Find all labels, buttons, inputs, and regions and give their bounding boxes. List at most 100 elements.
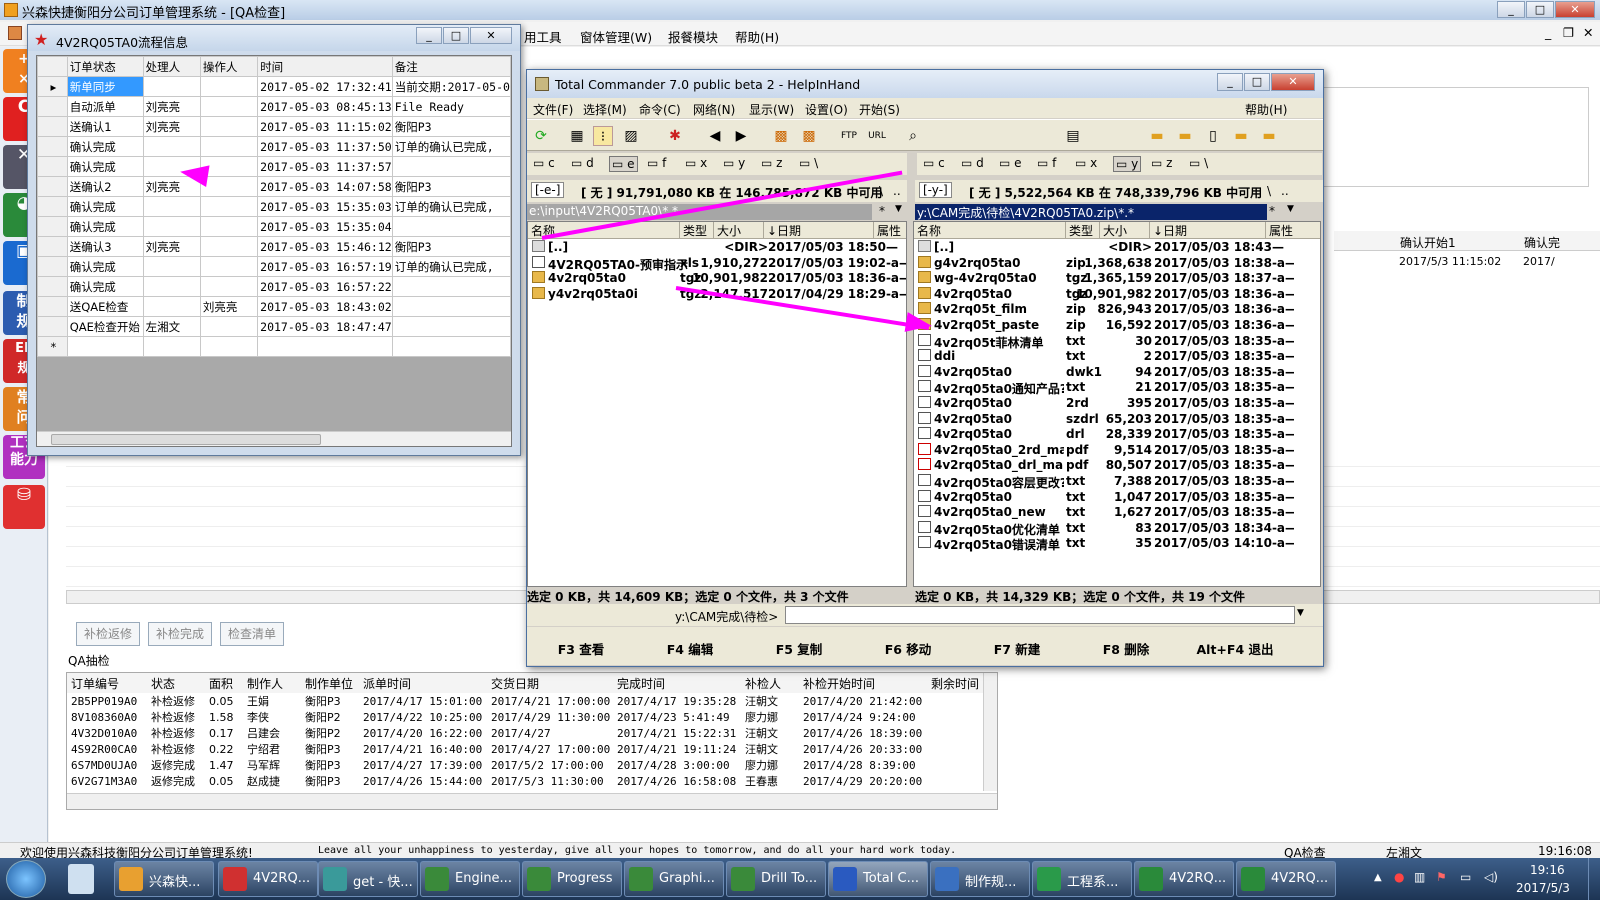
file-row[interactable]: [..] <DIR> 2017/05/03 18:50— — [528, 240, 906, 256]
file-row[interactable]: ddi txt 2 2017/05/03 18:35-a— — [914, 349, 1320, 365]
flow-col-header[interactable]: 备注 — [391, 56, 511, 77]
right-drive-select[interactable]: [-y-] — [919, 182, 952, 198]
recheck-done-button[interactable]: 补检完成 — [148, 622, 212, 646]
tc-menu-help[interactable]: 帮助(H) — [1245, 101, 1287, 118]
qa-col-header[interactable]: 面积 — [205, 673, 243, 693]
flow-col-header[interactable]: 操作人 — [199, 56, 259, 77]
tc-maximize-button[interactable]: □ — [1244, 73, 1270, 91]
qa-col-header[interactable]: 补检开始时间 — [799, 673, 927, 693]
qa-row[interactable]: 4S92R00CA0 补检返修 0.22 宁绍君 衡阳P3 2017/4/21 16:40… — [67, 741, 987, 757]
select-icon[interactable]: ✱ — [665, 126, 685, 146]
tool-db-icon[interactable]: ⛁ — [3, 485, 45, 529]
flow-row[interactable]: 送QAE检查 刘亮亮 2017-05-03 18:43:02 — [37, 296, 511, 317]
flow-col-header[interactable]: 订单状态 — [66, 56, 144, 77]
flow-row[interactable]: 确认完成 2017-05-03 11:37:57 — [37, 156, 511, 177]
file-col-header[interactable]: 属性 — [1266, 222, 1320, 239]
fkey-button[interactable]: F4 编辑 — [636, 639, 744, 658]
flow-row[interactable]: 确认完成 2017-05-03 16:57:19 订单的确认已完成, — [37, 256, 511, 277]
flow-row[interactable]: ▸ 新单同步 2017-05-02 17:32:41 当前交期:2017-05-0 — [37, 76, 511, 97]
taskbar-button[interactable]: Progress — [522, 861, 622, 897]
drive-button-x[interactable]: ▭ x — [1075, 156, 1097, 170]
mdi-close-icon[interactable]: ✕ — [1583, 25, 1593, 40]
flow-close-button[interactable]: ✕ — [470, 27, 512, 44]
taskbar-button[interactable]: 工程系... — [1032, 861, 1132, 897]
taskbar-button[interactable]: 制作规... — [930, 861, 1030, 897]
drive-button-x[interactable]: ▭ x — [685, 156, 707, 170]
tray-app-icon[interactable]: ● — [1394, 870, 1404, 884]
qa-row[interactable]: 6V2G71M3A0 返修完成 0.05 赵成捷 衡阳P3 2017/4/26 15:44… — [67, 773, 987, 789]
qa-col-header[interactable]: 订单编号 — [67, 673, 147, 693]
fkey-button[interactable]: Alt+F4 退出 — [1181, 639, 1289, 658]
mdi-restore-icon[interactable]: ❐ — [1563, 25, 1574, 40]
flow-row[interactable]: 确认完成 2017-05-03 11:37:50 订单的确认已完成, — [37, 136, 511, 157]
drive-button-f[interactable]: ▭ f — [647, 156, 666, 170]
flow-row[interactable]: 送确认2 刘亮亮 2017-05-03 14:07:58 衡阳P3 — [37, 176, 511, 197]
menu-meal[interactable]: 报餐模块 — [668, 27, 718, 46]
fkey-button[interactable]: F6 移动 — [854, 639, 962, 658]
qa-col-header[interactable]: 剩余时间 — [927, 673, 987, 693]
taskbar-button[interactable]: 4V2RQ... — [1134, 861, 1234, 897]
flow-row[interactable]: 确认完成 2017-05-03 16:57:22 — [37, 276, 511, 297]
file-row[interactable]: 4v2rq05ta0_new txt 1,627 2017/05/03 18:35-a… — [914, 505, 1320, 521]
tray-volume-icon[interactable]: ◁) — [1484, 870, 1498, 884]
file-row[interactable]: 4v2rq05ta0_drl_map pdf 80,507 2017/05/03 18… — [914, 458, 1320, 474]
qa-col-header[interactable]: 制作人 — [243, 673, 301, 693]
qa-col-header[interactable]: 交货日期 — [487, 673, 613, 693]
file-row[interactable]: g4v2rq05ta0 zip 1,368,638 2017/05/03 18:38-… — [914, 255, 1320, 272]
fkey-button[interactable]: F8 删除 — [1072, 639, 1180, 658]
tray-flag-icon[interactable]: ⚑ — [1436, 870, 1447, 884]
tray-expand-icon[interactable]: ▲ — [1374, 872, 1382, 883]
tray-monitor-icon[interactable]: ▭ — [1460, 870, 1471, 884]
qa-row[interactable]: 8V108360A0 补检返修 1.58 李侠 衡阳P2 2017/4/22 10:25:… — [67, 709, 987, 725]
flow-minimize-button[interactable]: _ — [416, 27, 442, 44]
fkey-button[interactable]: F3 查看 — [527, 639, 635, 658]
file-row[interactable]: wg-4v2rq05ta0 tgz 1,365,159 2017/05/03 18:3… — [914, 271, 1320, 287]
recheck-repair-button[interactable]: 补检返修 — [76, 622, 140, 646]
file-row[interactable]: 4v2rq05ta0 tgz 10,901,982 2017/05/03 18:36-… — [914, 286, 1320, 303]
file-col-header[interactable]: 名称 — [914, 222, 1066, 239]
drive-button-c[interactable]: ▭ c — [533, 156, 555, 170]
show-desktop-button[interactable] — [1588, 858, 1600, 900]
taskbar-button[interactable]: 4V2RQ... — [1236, 861, 1336, 897]
tc-menu-item[interactable]: 显示(W) — [749, 101, 794, 118]
file-row[interactable]: [..] <DIR> 2017/05/03 18:43— — [914, 240, 1320, 256]
qa-col-header[interactable]: 状态 — [147, 673, 205, 693]
drive-button-c[interactable]: ▭ c — [923, 156, 945, 170]
right-history-button[interactable]: * — [1269, 204, 1275, 218]
taskbar-button[interactable]: Engine... — [420, 861, 520, 897]
forward-icon[interactable]: ▶ — [731, 126, 751, 146]
file-col-header[interactable]: 大小 — [1100, 222, 1150, 239]
file-row[interactable]: 4v2rq05ta0容层更改?. txt 7,388 2017/05/03 18:35… — [914, 474, 1320, 490]
tc-menu-item[interactable]: 开始(S) — [859, 101, 900, 118]
file-col-header[interactable]: 类型 — [680, 222, 714, 239]
tc-close-button[interactable]: ✕ — [1271, 73, 1315, 91]
flow-row[interactable]: 确认完成 2017-05-03 15:35:04 — [37, 216, 511, 237]
flow-hscroll-thumb[interactable] — [51, 434, 321, 445]
drive-button-z[interactable]: ▭ z — [761, 156, 782, 170]
taskbar-button[interactable]: 4V2RQ... — [218, 861, 318, 897]
qa-row[interactable]: 2B5PP019A0 补检返修 0.05 王娟 衡阳P3 2017/4/17 15:01:… — [67, 693, 987, 709]
search-icon[interactable]: ⌕ — [903, 126, 923, 146]
tc-menu-item[interactable]: 命令(C) — [639, 101, 681, 118]
right-root-button[interactable]: \ — [1267, 184, 1271, 198]
flow-col-header[interactable]: 处理人 — [142, 56, 201, 77]
folder-icon-2[interactable]: ▬ — [1175, 126, 1195, 146]
tc-menu-item[interactable]: 选择(M) — [583, 101, 627, 118]
minimize-button[interactable]: _ — [1497, 1, 1525, 18]
file-row[interactable]: 4V2RQ05TA0-预审指示 xls 1,910,272 2017/05/03 19… — [528, 255, 906, 272]
qa-vscroll[interactable] — [983, 673, 997, 791]
brief-view-icon[interactable]: ▦ — [567, 126, 587, 146]
drive-button-d[interactable]: ▭ d — [961, 156, 984, 170]
left-hotlist-icon[interactable]: ▼ — [895, 204, 902, 214]
flow-hscroll[interactable] — [37, 431, 511, 446]
right-hotlist-icon[interactable]: ▼ — [1287, 204, 1294, 214]
left-root-button[interactable]: \ — [879, 184, 883, 198]
drive-button-d[interactable]: ▭ d — [571, 156, 594, 170]
flow-row[interactable]: 确认完成 2017-05-03 15:35:03 订单的确认已完成, — [37, 196, 511, 217]
drive-button-network[interactable]: ▭ \ — [799, 156, 818, 170]
flow-row[interactable]: 送确认3 刘亮亮 2017-05-03 15:46:12 衡阳P3 — [37, 236, 511, 257]
menu-tools[interactable]: 用工具 — [524, 27, 562, 46]
file-row[interactable]: 4v2rq05ta0 szdrl 65,203 2017/05/03 18:35-a— — [914, 411, 1320, 428]
tray-network-icon[interactable]: ▥ — [1414, 870, 1425, 884]
calculator-icon[interactable] — [68, 864, 94, 894]
